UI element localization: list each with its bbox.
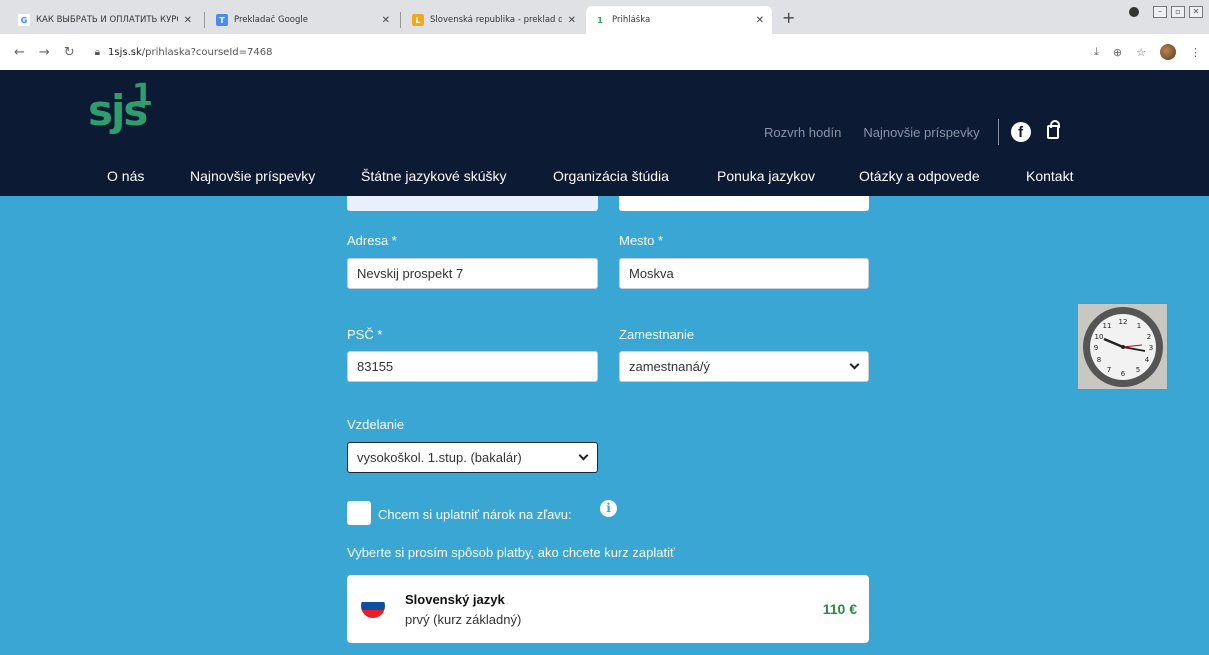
site-logo[interactable]: sjs 1 [88, 78, 153, 135]
link-najnovsie[interactable]: Najnovšie príspevky [863, 125, 979, 140]
logo-number: 1 [132, 78, 153, 113]
main-nav: O nás Najnovšie príspevky Štátne jazykov… [0, 168, 1209, 188]
svg-text:7: 7 [1107, 366, 1111, 374]
google-icon: G [18, 14, 30, 26]
close-icon[interactable]: ✕ [382, 15, 390, 26]
svg-text:9: 9 [1094, 344, 1098, 352]
profile-avatar[interactable] [1160, 44, 1176, 60]
close-icon[interactable]: ✕ [568, 15, 576, 26]
zlava-checkbox[interactable] [347, 501, 371, 525]
nav-item-organizacia[interactable]: Organizácia štúdia [553, 168, 669, 184]
close-window-icon[interactable]: ✕ [1189, 6, 1203, 18]
browser-tab[interactable]: L Slovenská republika - preklad do ru ✕ [404, 6, 584, 34]
lock-icon[interactable]: 🔒︎ [95, 47, 100, 58]
forward-icon[interactable]: → [39, 45, 50, 60]
psc-label: PSČ * [347, 327, 383, 342]
course-price: 110 € [822, 601, 857, 617]
maximize-icon[interactable]: ▫ [1171, 6, 1185, 18]
nav-item-skusky[interactable]: Štátne jazykové skúšky [361, 168, 507, 184]
info-icon[interactable]: i [600, 500, 617, 517]
zamestnanie-select[interactable]: zamestnaná/ý [619, 351, 869, 382]
svg-text:4: 4 [1145, 356, 1150, 364]
mesto-label: Mesto * [619, 233, 664, 248]
close-icon[interactable]: ✕ [184, 15, 192, 26]
address-bar: ← → ↻ 🔒︎ 1sjs.sk/prihlaska?courseId=7468… [0, 34, 1209, 70]
record-icon[interactable] [1129, 7, 1139, 17]
dictionary-icon: L [412, 14, 424, 26]
minimize-icon[interactable]: – [1153, 6, 1167, 18]
svg-text:1: 1 [1137, 322, 1141, 330]
zlava-label: Chcem si uplatniť nárok na zľavu: [378, 507, 572, 522]
divider [997, 119, 999, 145]
email-field[interactable] [347, 196, 598, 211]
nav-item-kontakt[interactable]: Kontakt [1026, 168, 1073, 184]
facebook-icon[interactable]: f [1010, 122, 1031, 142]
clock-widget[interactable]: 12 1 2 3 45 6 78 9 10 11 [1077, 303, 1168, 390]
tab-divider [400, 12, 401, 28]
url-path: /prihlaska?courseId=7468 [141, 46, 273, 58]
svg-text:11: 11 [1103, 322, 1112, 330]
link-rozvrh[interactable]: Rozvrh hodín [764, 125, 841, 140]
phone-field[interactable] [619, 196, 869, 211]
chevron-down-icon [578, 450, 589, 461]
install-icon[interactable]: ⤓ [1094, 45, 1099, 59]
zamestnanie-value: zamestnaná/ý [629, 359, 710, 374]
svg-text:6: 6 [1121, 370, 1126, 378]
shopping-bag-icon[interactable] [1046, 120, 1060, 139]
slovak-flag-icon [361, 594, 385, 618]
zamestnanie-label: Zamestnanie [619, 327, 695, 342]
vzdelanie-select[interactable]: vysokoškol. 1.stup. (bakalár) [347, 442, 598, 473]
nav-item-najnovsie[interactable]: Najnovšie príspevky [190, 168, 315, 184]
psc-input[interactable]: 83155 [347, 351, 598, 382]
svg-text:3: 3 [1149, 344, 1153, 352]
platba-text: Vyberte si prosím spôsob platby, ako chc… [347, 545, 675, 560]
mesto-input[interactable]: Moskva [619, 258, 869, 289]
vzdelanie-value: vysokoškol. 1.stup. (bakalár) [357, 450, 522, 465]
chevron-down-icon [849, 359, 860, 370]
site-header: sjs 1 Rozvrh hodín Najnovšie príspevky f… [0, 70, 1209, 196]
svg-text:12: 12 [1119, 318, 1128, 326]
svg-text:2: 2 [1147, 333, 1151, 341]
tab-divider [204, 12, 205, 28]
site-icon: 1 [594, 14, 606, 26]
nav-item-otazky[interactable]: Otázky a odpovede [859, 168, 980, 184]
back-icon[interactable]: ← [14, 45, 25, 60]
adresa-input[interactable]: Nevskij prospekt 7 [347, 258, 598, 289]
tab-title: Prihláška [612, 15, 651, 25]
browser-tab[interactable]: G КАК ВЫБРАТЬ И ОПЛАТИТЬ КУРС ✕ [10, 6, 200, 34]
browser-tab-bar: G КАК ВЫБРАТЬ И ОПЛАТИТЬ КУРС ✕ T Prekla… [0, 0, 1209, 34]
address-bar-actions: ⤓ ⊕ ☆ ⋮ [1094, 44, 1201, 60]
adresa-label: Adresa * [347, 233, 397, 248]
bookmark-star-icon[interactable]: ☆ [1136, 46, 1146, 59]
nav-item-ponuka[interactable]: Ponuka jazykov [717, 168, 815, 184]
window-controls: – ▫ ✕ [1129, 6, 1203, 18]
course-name: Slovenský jazyk [405, 592, 505, 607]
clock-icon: 12 1 2 3 45 6 78 9 10 11 [1083, 307, 1163, 387]
close-icon[interactable]: ✕ [756, 15, 764, 26]
tab-title: Prekladač Google [234, 15, 308, 25]
url-field[interactable]: 1sjs.sk/prihlaska?courseId=7468 [108, 47, 272, 58]
course-card[interactable]: Slovenský jazyk prvý (kurz základný) 110… [347, 575, 869, 643]
menu-icon[interactable]: ⋮ [1190, 46, 1201, 59]
url-domain: 1sjs.sk [108, 46, 142, 58]
vzdelanie-label: Vzdelanie [347, 417, 405, 432]
tab-title: Slovenská republika - preklad do ru [430, 15, 562, 25]
tab-title: КАК ВЫБРАТЬ И ОПЛАТИТЬ КУРС [36, 15, 178, 25]
svg-text:5: 5 [1136, 366, 1140, 374]
svg-text:10: 10 [1095, 333, 1104, 341]
browser-tab-active[interactable]: 1 Prihláška ✕ [586, 6, 772, 34]
reload-icon[interactable]: ↻ [64, 45, 75, 60]
svg-text:8: 8 [1097, 356, 1101, 364]
top-links: Rozvrh hodín Najnovšie príspevky f [764, 119, 1060, 145]
translate-icon: T [216, 14, 228, 26]
browser-tab[interactable]: T Prekladač Google ✕ [208, 6, 398, 34]
course-level: prvý (kurz základný) [405, 612, 522, 627]
new-tab-icon[interactable]: + [782, 8, 795, 27]
nav-item-o-nas[interactable]: O nás [107, 168, 144, 184]
zoom-icon[interactable]: ⊕ [1113, 46, 1122, 59]
